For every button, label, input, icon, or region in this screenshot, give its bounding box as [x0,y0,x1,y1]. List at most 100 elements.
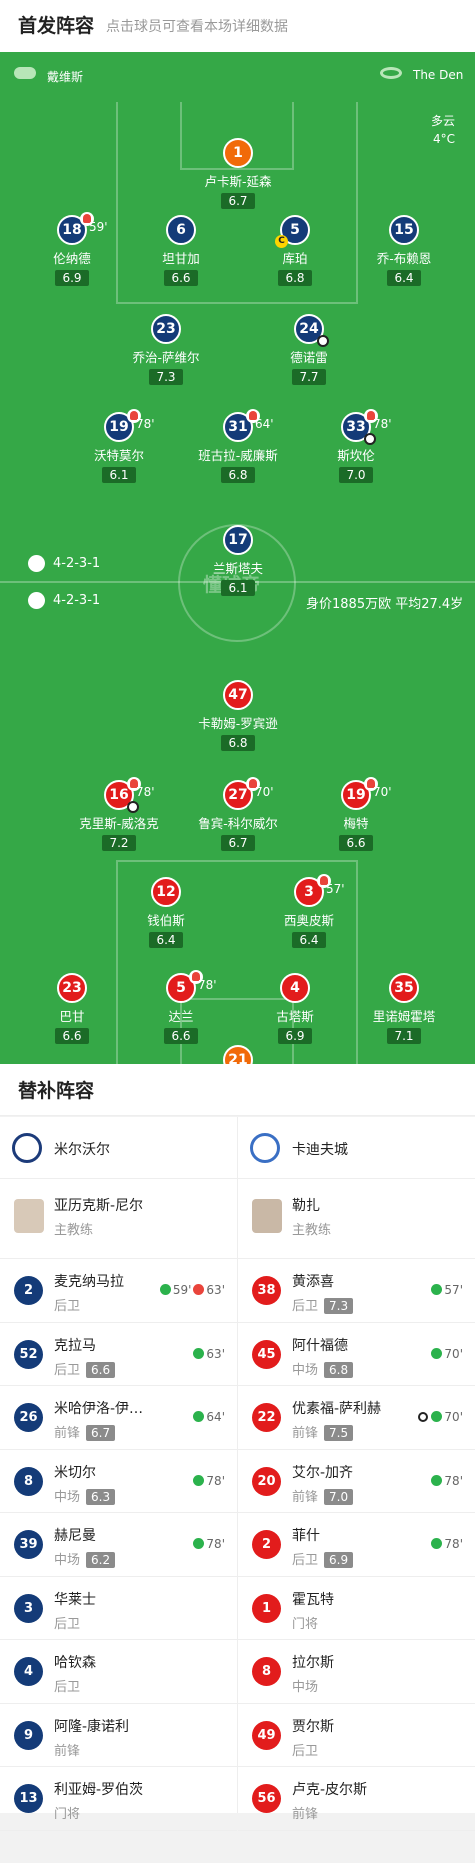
sub-player-row[interactable]: 39 赫尼曼 中场 6.2 78' [0,1513,237,1577]
sub-number: 49 [252,1720,281,1750]
player[interactable]: 5 78' 达兰 6.6 [121,970,241,1044]
player[interactable]: 35 里诺姆霍塔 7.1 [344,973,464,1044]
sub-rating: 7.5 [324,1425,354,1441]
coach-left[interactable]: 亚历克斯-尼尔 主教练 [0,1179,237,1259]
sub-player-row[interactable]: 38 黄添喜 后卫 7.3 57' [238,1259,475,1323]
sub-position-line: 前锋 7.5 [292,1422,354,1441]
captain-icon: C [275,235,288,248]
player[interactable]: 27 70' 鲁宾-科尔威尔 6.7 [178,777,298,851]
substitution-time: 70' [255,785,274,799]
team-cardiff[interactable]: 卡迪夫城 [238,1117,475,1179]
sub-events: 59' 63' [159,1283,225,1297]
sub-player-row[interactable]: 1 霍瓦特 门将 [238,1577,475,1640]
player[interactable]: 17 兰斯塔夫 6.1 [178,525,298,596]
sub-player-row[interactable]: 2 菲什 后卫 6.9 78' [238,1513,475,1577]
player[interactable]: 33 78' 斯坎伦 7.0 [296,409,416,483]
sub-events: 78' [431,1474,463,1488]
player[interactable]: 5 C 库珀 6.8 [235,215,355,286]
sub-position: 中场 [292,1362,319,1378]
sub-number: 52 [14,1339,43,1369]
player[interactable]: 19 78' 沃特莫尔 6.1 [59,409,179,483]
sub-position: 门将 [54,1807,81,1822]
sub-player-row[interactable]: 26 米哈伊洛-伊… 前锋 6.7 64' [0,1386,237,1450]
player-name: 乔-布赖恩 [376,251,432,266]
player-number: 47 [228,687,248,703]
sub-player-row[interactable]: 49 贾尔斯 后卫 [238,1704,475,1767]
player[interactable]: 23 乔治-萨维尔 7.3 [106,314,226,385]
player[interactable]: 31 64' 班古拉-威廉斯 6.8 [178,409,298,483]
player-name: 巴甘 [59,1009,85,1024]
player-rating: 6.1 [221,580,255,596]
player-number-badge: 15 [389,215,419,245]
sub-name: 哈钦森 [54,1655,96,1671]
coach-right[interactable]: 勒扎 主教练 [238,1179,475,1259]
player-number-badge: 24 [294,314,329,347]
sub-name: 阿隆-康诺利 [54,1718,130,1735]
sub-player-row[interactable]: 13 利亚姆-罗伯茨 门将 [0,1767,237,1831]
sub-number: 9 [14,1720,43,1750]
player[interactable]: 1 卢卡斯-延森 6.7 [178,138,298,209]
sub-in-time: 78' [444,1473,463,1488]
sub-number: 45 [252,1339,281,1369]
sub-name: 优素福-萨利赫 [292,1401,382,1417]
player[interactable]: 15 乔-布赖恩 6.4 [344,215,464,286]
player-number: 31 [228,419,248,435]
sub-position-line: 后卫 6.6 [54,1359,116,1378]
player-name: 古塔斯 [276,1009,314,1024]
sub-position-line: 中场 [292,1676,318,1695]
sub-player-row[interactable]: 20 艾尔-加齐 前锋 7.0 78' [238,1450,475,1513]
player-number-badge: 19 [104,409,141,442]
player[interactable]: 3 57' 西奥皮斯 6.4 [249,874,369,948]
player[interactable]: 21C阿尼克6.2 [178,1045,298,1064]
sub-position-line: 中场 6.8 [292,1359,354,1378]
sub-rating: 6.2 [86,1552,116,1568]
sub-events: 64' [193,1410,225,1424]
home-formation: 4-2-3-1 [28,592,100,609]
player[interactable]: 47 卡勒姆-罗宾逊 6.8 [178,680,298,751]
player-name: 克里斯-威洛克 [79,816,159,831]
sub-player-row[interactable]: 8 米切尔 中场 6.3 78' [0,1450,237,1513]
player[interactable]: 12 钱伯斯 6.4 [106,877,226,948]
sub-position: 前锋 [292,1807,319,1822]
sub-player-row[interactable]: 52 克拉马 后卫 6.6 63' [0,1323,237,1386]
sub-position-line: 门将 [292,1613,318,1632]
sub-position-line: 中场 6.2 [54,1549,116,1568]
team-millwall[interactable]: 米尔沃尔 [0,1117,237,1179]
coach-name: 亚历克斯-尼尔 [54,1198,144,1214]
player[interactable]: 16 78' 克里斯-威洛克 7.2 [59,777,179,851]
stadium-icon [380,67,402,79]
player-number-badge: 5 [166,970,203,1003]
player[interactable]: 6 坦甘加 6.6 [121,215,241,286]
sub-position: 后卫 [292,1553,319,1568]
sub-position: 后卫 [54,1680,81,1695]
sub-number: 56 [252,1784,281,1813]
sub-in-icon [431,1347,443,1359]
sub-player-row[interactable]: 8 拉尔斯 中场 [238,1640,475,1704]
player-number-badge: 19 [341,777,378,810]
sub-number: 38 [252,1276,281,1305]
sub-position: 后卫 [54,1299,81,1314]
player[interactable]: 19 70' 梅特 6.6 [296,777,416,851]
sub-player-row[interactable]: 56 卢克-皮尔斯 前锋 [238,1767,475,1831]
sub-player-row[interactable]: 45 阿什福德 中场 6.8 70' [238,1323,475,1386]
player-number: 18 [62,222,82,238]
sub-player-row[interactable]: 9 阿隆-康诺利 前锋 [0,1704,237,1767]
player[interactable]: 18 59' 伦纳德 6.9 [12,212,132,286]
substitution-time: 78' [373,417,392,431]
subs-header: 替补阵容 [0,1064,475,1116]
sub-position-line: 后卫 [54,1676,80,1695]
sub-position: 后卫 [292,1299,319,1314]
player[interactable]: 4 古塔斯 6.9 [235,973,355,1044]
player[interactable]: 24 德诺雷 7.7 [249,314,369,385]
sub-player-row[interactable]: 22 优素福-萨利赫 前锋 7.5 70' [238,1386,475,1450]
sub-number: 2 [252,1530,281,1559]
player-number: 19 [346,787,366,803]
goal-icon [127,801,139,813]
sub-player-row[interactable]: 2 麦克纳马拉 后卫 59' 63' [0,1259,237,1323]
sub-player-row[interactable]: 4 哈钦森 后卫 [0,1640,237,1704]
sub-name: 麦克纳马拉 [54,1274,124,1290]
player[interactable]: 23 巴甘 6.6 [12,973,132,1044]
player-number: 6 [176,222,186,238]
substitution-time: 64' [255,417,274,431]
sub-player-row[interactable]: 3 华莱士 后卫 [0,1577,237,1640]
